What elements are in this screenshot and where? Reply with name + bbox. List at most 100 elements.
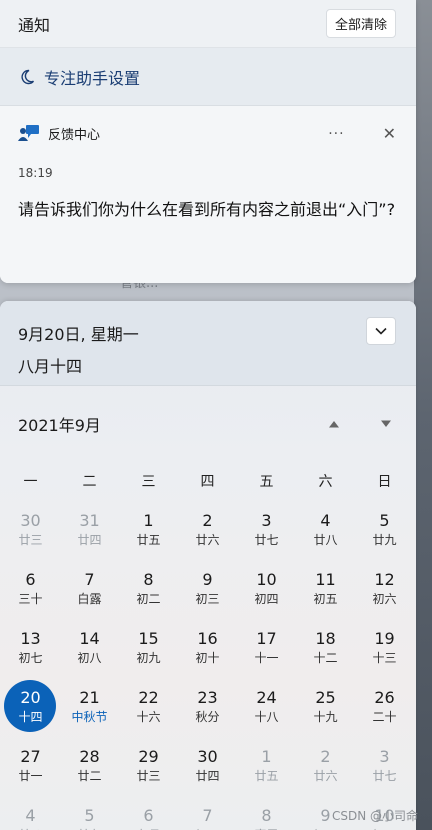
lunar-day: 初十: [195, 650, 220, 665]
calendar-day[interactable]: 30 廿四: [178, 736, 237, 795]
lunar-day: 廿九: [372, 532, 397, 547]
feedback-hub-icon: [18, 125, 39, 141]
lunar-day: 十六: [136, 709, 161, 724]
day-number: 27: [20, 746, 41, 766]
calendar-day[interactable]: 26 二十: [355, 677, 414, 736]
lunar-day: 十八: [254, 709, 279, 724]
calendar-day[interactable]: 4 廿八: [1, 795, 60, 830]
close-icon[interactable]: ✕: [383, 124, 396, 143]
lunar-day: 廿一: [18, 768, 43, 783]
day-number: 30: [197, 746, 218, 766]
lunar-day: 九月: [136, 827, 160, 830]
calendar-day[interactable]: 3 廿七: [355, 736, 414, 795]
lunar-day: 初五: [313, 591, 338, 606]
calendar-day[interactable]: 7 白露: [60, 559, 119, 618]
calendar-day[interactable]: 2 廿六: [296, 736, 355, 795]
day-number: 9: [320, 805, 331, 825]
previous-month-arrow-icon[interactable]: [328, 420, 340, 428]
calendar-day[interactable]: 27 廿一: [1, 736, 60, 795]
lunar-day: 廿六: [313, 768, 338, 783]
calendar-day[interactable]: 17 十一: [237, 618, 296, 677]
lunar-day: 寒露: [254, 827, 278, 830]
weekday-label: 一: [23, 474, 38, 490]
calendar-day[interactable]: 1 廿五: [119, 500, 178, 559]
calendar-day[interactable]: 31 廿四: [60, 500, 119, 559]
calendar-grid: 30 廿三 31 廿四 1 廿五 2 廿六 3 廿七 4 廿八 5 廿九 6 三十 7 白露 8 初二 9 初三 10 初四 1…: [0, 500, 416, 830]
notification-card[interactable]: 反馈中心 ··· ✕ 18:19 请告诉我们你为什么在看到所有内容之前退出“入门…: [0, 106, 416, 283]
weekday-label: 五: [259, 474, 274, 490]
calendar-day[interactable]: 1 廿五: [237, 736, 296, 795]
calendar-day[interactable]: 6 九月: [119, 795, 178, 830]
calendar-day[interactable]: 11 初五: [296, 559, 355, 618]
collapse-calendar-button[interactable]: [366, 317, 396, 345]
focus-assist-label: 专注助手设置: [44, 68, 141, 88]
clear-all-button[interactable]: 全部清除: [325, 9, 396, 38]
calendar-day[interactable]: 25 十九: [296, 677, 355, 736]
notification-header: 通知 全部清除: [0, 0, 416, 48]
lunar-day: 廿七: [372, 768, 397, 783]
calendar-day[interactable]: 9 初三: [178, 559, 237, 618]
day-number: 22: [138, 687, 159, 707]
weekday-label: 二: [82, 474, 97, 490]
focus-assist-settings-link[interactable]: 专注助手设置: [0, 48, 416, 106]
calendar-day[interactable]: 3 廿七: [237, 500, 296, 559]
calendar-day[interactable]: 15 初九: [119, 618, 178, 677]
month-label[interactable]: 2021年9月: [18, 412, 101, 436]
calendar-day[interactable]: 24 十八: [237, 677, 296, 736]
notification-message: 请告诉我们你为什么在看到所有内容之前退出“入门”?: [18, 200, 396, 219]
day-number: 8: [261, 805, 272, 825]
next-month-arrow-icon[interactable]: [380, 420, 392, 428]
lunar-day: 廿五: [136, 532, 161, 547]
calendar-day-today[interactable]: 20 十四: [1, 677, 60, 736]
calendar-day[interactable]: 19 十三: [355, 618, 414, 677]
notification-time: 18:19: [18, 166, 53, 180]
calendar-day[interactable]: 10 初四: [237, 559, 296, 618]
lunar-day: 廿三: [136, 768, 161, 783]
calendar-day[interactable]: 12 初六: [355, 559, 414, 618]
calendar-day[interactable]: 6 三十: [1, 559, 60, 618]
lunar-day: 中秋节: [71, 709, 108, 724]
calendar-day[interactable]: 8 初二: [119, 559, 178, 618]
calendar-day[interactable]: 18 十二: [296, 618, 355, 677]
day-number: 28: [79, 746, 100, 766]
calendar-day[interactable]: 2 廿六: [178, 500, 237, 559]
weekday-label: 三: [141, 474, 156, 490]
day-number: 7: [202, 805, 213, 825]
calendar-day[interactable]: 4 廿八: [296, 500, 355, 559]
day-number: 21: [79, 687, 100, 707]
day-number: 6: [25, 569, 36, 589]
lunar-day: 初六: [372, 591, 397, 606]
moon-icon: [21, 69, 35, 84]
calendar-day[interactable]: 30 廿三: [1, 500, 60, 559]
calendar-day[interactable]: 5 廿九: [60, 795, 119, 830]
calendar-day[interactable]: 21 中秋节: [60, 677, 119, 736]
lunar-day: 初八: [77, 650, 102, 665]
calendar-day[interactable]: 8 寒露: [237, 795, 296, 830]
day-number: 5: [379, 510, 390, 530]
lunar-day: 十四: [18, 709, 43, 724]
lunar-day: 初四: [254, 591, 279, 606]
day-number: 2: [202, 510, 213, 530]
more-options-icon[interactable]: ···: [328, 126, 344, 142]
lunar-day: 初七: [18, 650, 43, 665]
calendar-day[interactable]: 23 秋分: [178, 677, 237, 736]
calendar-day[interactable]: 22 十六: [119, 677, 178, 736]
lunar-day: 秋分: [195, 709, 220, 724]
calendar-day[interactable]: 5 廿九: [355, 500, 414, 559]
calendar-day[interactable]: 7 初二: [178, 795, 237, 830]
lunar-date: 八月十四: [18, 357, 83, 376]
watermark: CSDN @小司命: [331, 809, 418, 823]
weekday-label: 日: [377, 474, 392, 490]
calendar-day[interactable]: 29 廿三: [119, 736, 178, 795]
calendar-day[interactable]: 28 廿二: [60, 736, 119, 795]
day-number: 15: [138, 628, 159, 648]
calendar-day[interactable]: 16 初十: [178, 618, 237, 677]
calendar-day[interactable]: 14 初八: [60, 618, 119, 677]
day-number: 30: [20, 510, 41, 530]
calendar-day[interactable]: 13 初七: [1, 618, 60, 677]
day-number: 5: [84, 805, 95, 825]
lunar-day: 廿八: [18, 827, 42, 830]
desktop-background-strip: [414, 0, 432, 830]
day-number: 3: [379, 746, 390, 766]
lunar-day: 廿九: [77, 827, 101, 830]
